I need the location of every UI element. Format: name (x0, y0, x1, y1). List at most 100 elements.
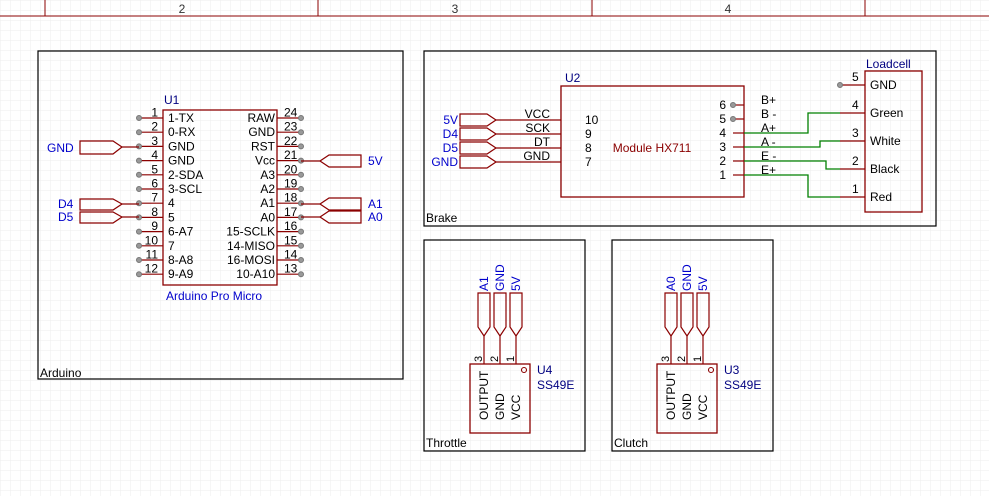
u1-pin-number: 2 (151, 120, 158, 134)
u2-pin-number: 4 (719, 126, 726, 140)
u2-net-label: D5 (443, 141, 459, 155)
hall-pin-number: 1 (505, 356, 517, 362)
u1-pin-number: 20 (284, 162, 298, 176)
u1-pin-number: 15 (284, 233, 298, 247)
hall-pin-number: 1 (692, 356, 704, 362)
hall-pin-label: VCC (509, 394, 523, 420)
u1-pin-label: A3 (260, 168, 275, 182)
u2-pin-number: 8 (585, 141, 592, 155)
u1-pin-number: 1 (151, 106, 158, 120)
u2-pin-number: 2 (719, 154, 726, 168)
hall-pin-number: 3 (473, 356, 485, 362)
u2-pin-number: 9 (585, 127, 592, 141)
u1-pin-number: 13 (284, 262, 298, 276)
frame-brake-label: Brake (426, 211, 458, 225)
loadcell-pin-number: 2 (852, 154, 859, 168)
net-label-d4: D4 (58, 197, 74, 211)
u2-ref: U2 (565, 71, 581, 85)
u1-pin-label: 16-MOSI (227, 253, 275, 267)
ruler-label-4: 4 (725, 2, 732, 16)
u1-pin-number: 24 (284, 106, 298, 120)
frame-throttle-label: Throttle (426, 436, 467, 450)
u1-pin-number: 17 (284, 205, 298, 219)
u1-pin-number: 14 (284, 248, 298, 262)
loadcell-pin-label: White (870, 134, 901, 148)
u1-pin-label: 1-TX (168, 111, 194, 125)
u2-pin-number: 5 (719, 112, 726, 126)
hall-part: SS49E (537, 378, 574, 392)
u1-pin-number: 3 (151, 134, 158, 148)
u2-net-label: 5V (443, 113, 458, 127)
u2-pin-label: B - (761, 107, 776, 121)
net-label-a1: A1 (368, 197, 383, 211)
u1-pin-label: 10-A10 (236, 267, 275, 281)
schematic-canvas: 2 3 4 Arduino Brake Throttle Clutch U1 1… (0, 0, 989, 496)
loadcell-pin-number: 3 (852, 126, 859, 140)
u1-pin-number: 10 (145, 233, 159, 247)
u1-pin-label: RST (251, 139, 276, 153)
u1-pin-number: 9 (151, 219, 158, 233)
hall-net-label: A1 (477, 276, 491, 291)
hall-ref: U4 (537, 363, 553, 377)
u2-pin-number: 1 (719, 168, 726, 182)
loadcell-pin-label: GND (870, 78, 897, 92)
u2-net-label: GND (431, 155, 458, 169)
u1-pin-label: A1 (260, 196, 275, 210)
u2-pin-number: 10 (585, 113, 599, 127)
u2-pin-number: 6 (719, 98, 726, 112)
loadcell-pin-label: Red (870, 190, 892, 204)
u1-pin-number: 23 (284, 120, 298, 134)
loadcell-pin-number: 1 (852, 182, 859, 196)
u1-pin-label: 0-RX (168, 125, 195, 139)
net-label-5v: 5V (368, 154, 383, 168)
u1-pin-number: 5 (151, 162, 158, 176)
hall-pin-number: 2 (676, 356, 688, 362)
u1-pin-label: 7 (168, 239, 175, 253)
u1-name: Arduino Pro Micro (166, 289, 262, 303)
hall-net-label: A0 (664, 276, 678, 291)
loadcell-pin-label: Black (870, 162, 900, 176)
u2-pin-label: DT (534, 135, 551, 149)
hall-part: SS49E (724, 378, 761, 392)
u2-pin-label: B+ (761, 93, 776, 107)
u2-pin-label: VCC (525, 107, 551, 121)
u2-name: Module HX711 (613, 141, 692, 155)
u2-pin-label: GND (523, 149, 550, 163)
hall-pin-label: VCC (696, 394, 710, 420)
u1-pin-number: 18 (284, 191, 298, 205)
u1-pin-number: 16 (284, 219, 298, 233)
loadcell-pin-number: 5 (852, 70, 859, 84)
hall-pin-label: GND (493, 393, 507, 420)
ruler-label-3: 3 (452, 2, 459, 16)
hall-ref: U3 (724, 363, 740, 377)
ruler-label-2: 2 (179, 2, 186, 16)
u1-pin-label: 3-SCL (168, 182, 202, 196)
net-label-d5: D5 (58, 210, 74, 224)
hall-net-label: GND (493, 264, 507, 291)
u1-pin-number: 21 (284, 148, 298, 162)
frame-clutch-label: Clutch (614, 436, 648, 450)
u1-pin-number: 22 (284, 134, 298, 148)
u1-pin-number: 19 (284, 177, 298, 191)
loadcell-pin-label: Green (870, 106, 903, 120)
loadcell-title: Loadcell (866, 57, 911, 71)
u1-pin-label: 9-A9 (168, 267, 194, 281)
u1-pin-label: 4 (168, 196, 175, 210)
u1-pin-number: 11 (146, 248, 159, 262)
u1-pin-label: GND (168, 154, 195, 168)
frame-arduino-label: Arduino (40, 366, 82, 380)
u1-pin-label: 5 (168, 210, 175, 224)
u2-net-label: D4 (443, 127, 459, 141)
u1-pin-label: A0 (260, 210, 275, 224)
loadcell-pin-number: 4 (852, 98, 859, 112)
u1-pin-label: 8-A8 (168, 253, 194, 267)
hall-pin-label: OUTPUT (664, 370, 678, 420)
u2-pin-number: 3 (719, 140, 726, 154)
hall-pin-label: GND (680, 393, 694, 420)
u1-pin-label: GND (168, 139, 195, 153)
hall-pin-label: OUTPUT (477, 370, 491, 420)
u1-pin-label: RAW (247, 111, 275, 125)
u1-ref: U1 (164, 93, 180, 107)
u1-pin-label: 6-A7 (168, 225, 194, 239)
hall-net-label: 5V (696, 276, 710, 291)
